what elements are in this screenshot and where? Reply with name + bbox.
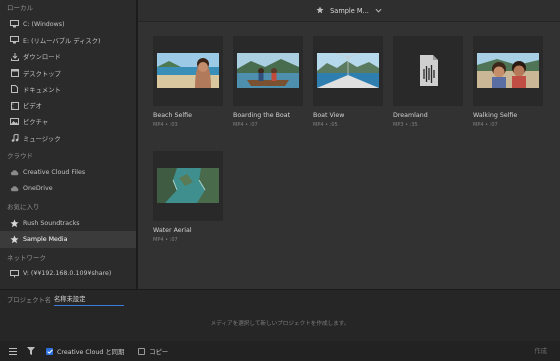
video-thumbnail[interactable] bbox=[473, 36, 543, 106]
audio-file-icon bbox=[397, 53, 459, 88]
section-header-network: ネットワーク bbox=[7, 253, 46, 262]
copy-checkbox[interactable]: コピー bbox=[138, 347, 168, 356]
media-card[interactable]: Dreamland MP3 • :35 bbox=[393, 36, 463, 128]
star-icon[interactable] bbox=[316, 5, 324, 16]
sidebar-item[interactable]: Creative Cloud Files bbox=[0, 164, 136, 180]
thumbnail-image bbox=[317, 53, 379, 88]
sidebar-item[interactable]: ミュージック bbox=[0, 130, 136, 146]
sidebar-item-label: ビデオ bbox=[23, 103, 42, 111]
filter-icon[interactable] bbox=[26, 346, 36, 356]
sidebar-item-label: Rush Soundtracks bbox=[23, 219, 80, 227]
media-meta: MP4 • :05 bbox=[313, 122, 338, 128]
monitor-icon bbox=[10, 20, 19, 29]
video-thumbnail[interactable] bbox=[313, 36, 383, 106]
sidebar-item-label: ミュージック bbox=[23, 135, 61, 143]
copy-label: コピー bbox=[149, 348, 169, 356]
section-header-cloud: クラウド bbox=[7, 152, 33, 161]
sidebar-item[interactable]: Rush Soundtracks bbox=[0, 215, 136, 231]
media-meta: MP4 • :07 bbox=[473, 122, 498, 128]
thumbnail-image bbox=[237, 53, 299, 88]
media-card[interactable]: Boarding the Boat MP4 • :07 bbox=[233, 36, 303, 128]
sidebar: ローカル C: (Windows) E: (リムーバブル ディスク) ダウンロードデ… bbox=[0, 0, 137, 289]
media-name: Boat View bbox=[313, 112, 345, 119]
cloud-list: Creative Cloud Files OneDrive bbox=[0, 164, 136, 197]
sidebar-item[interactable]: ピクチャ bbox=[0, 114, 136, 130]
media-name: Boarding the Boat bbox=[233, 112, 291, 119]
sidebar-item-label: E: (リムーバブル ディスク) bbox=[23, 37, 101, 45]
thumbnail-image bbox=[477, 53, 539, 88]
star-icon bbox=[10, 235, 19, 244]
local-list: C: (Windows) E: (リムーバブル ディスク) ダウンロード デスクトップ… bbox=[0, 16, 136, 146]
sidebar-item[interactable]: ビデオ bbox=[0, 97, 136, 113]
create-button[interactable]: 作成 bbox=[534, 346, 547, 355]
project-panel: プロジェクト名 名称未設定 メディアを選択して新しいプロジェクトを作成します。 bbox=[0, 289, 560, 341]
media-name: Walking Selfie bbox=[473, 112, 518, 119]
media-name: Beach Selfie bbox=[153, 112, 192, 119]
onedrive-icon bbox=[10, 184, 19, 193]
media-meta: MP4 • :07 bbox=[153, 237, 178, 243]
sidebar-item-label: ドキュメント bbox=[23, 86, 61, 94]
sidebar-item[interactable]: V: (¥¥192.168.0.109¥share) bbox=[0, 266, 136, 282]
media-meta: MP4 • :07 bbox=[233, 122, 258, 128]
sidebar-item[interactable]: E: (リムーバブル ディスク) bbox=[0, 32, 136, 48]
sidebar-item[interactable]: C: (Windows) bbox=[0, 16, 136, 32]
media-name: Water Aerial bbox=[153, 227, 192, 234]
media-meta: MP4 • :03 bbox=[153, 122, 178, 128]
desktop-icon bbox=[10, 69, 19, 78]
checkbox-empty-icon bbox=[138, 347, 146, 355]
media-meta: MP3 • :35 bbox=[393, 122, 418, 128]
video-icon bbox=[10, 101, 19, 110]
creative-cloud-icon bbox=[10, 168, 19, 177]
project-hint: メディアを選択して新しいプロジェクトを作成します。 bbox=[210, 321, 350, 327]
sidebar-item-label: Sample Media bbox=[23, 235, 68, 243]
media-card[interactable]: Walking Selfie MP4 • :07 bbox=[473, 36, 543, 128]
hamburger-icon[interactable] bbox=[8, 346, 18, 356]
media-card[interactable]: Beach Selfie MP4 • :03 bbox=[153, 36, 223, 128]
footer-bar: Creative Cloud と同期 コピー 作成 bbox=[0, 341, 560, 361]
music-icon bbox=[10, 134, 19, 143]
sidebar-item[interactable]: OneDrive bbox=[0, 181, 136, 197]
sidebar-item-label: C: (Windows) bbox=[23, 20, 65, 28]
location-title: Sample M... bbox=[330, 6, 369, 15]
sidebar-item-label: ダウンロード bbox=[23, 54, 61, 62]
section-header-favorites: お気に入り bbox=[7, 202, 40, 211]
media-name: Dreamland bbox=[393, 112, 428, 119]
project-name-label: プロジェクト名 bbox=[7, 297, 52, 304]
media-card[interactable]: Boat View MP4 • :05 bbox=[313, 36, 383, 128]
project-name-field[interactable]: 名称未設定 bbox=[54, 294, 124, 306]
video-thumbnail[interactable] bbox=[153, 36, 223, 106]
sidebar-item-label: Creative Cloud Files bbox=[23, 169, 86, 177]
video-thumbnail[interactable] bbox=[233, 36, 303, 106]
thumbnail-image bbox=[157, 168, 219, 203]
audio-file-thumbnail[interactable] bbox=[393, 36, 463, 106]
sidebar-item-label: ピクチャ bbox=[23, 119, 49, 127]
sidebar-item[interactable]: Sample Media bbox=[0, 231, 136, 248]
picture-icon bbox=[10, 117, 19, 126]
sidebar-item-label: デスクトップ bbox=[23, 70, 61, 78]
thumbnail-image bbox=[157, 53, 219, 88]
monitor-icon bbox=[10, 36, 19, 45]
document-icon bbox=[10, 85, 19, 94]
sidebar-item[interactable]: デスクトップ bbox=[0, 65, 136, 81]
video-thumbnail[interactable] bbox=[153, 151, 223, 221]
sidebar-item[interactable]: ダウンロード bbox=[0, 49, 136, 65]
sidebar-item-label: OneDrive bbox=[23, 185, 53, 193]
checkmark-icon bbox=[46, 347, 53, 355]
sync-checkbox[interactable]: Creative Cloud と同期 bbox=[46, 347, 124, 356]
network-drive-icon bbox=[10, 269, 19, 278]
media-card[interactable]: Water Aerial MP4 • :07 bbox=[153, 151, 223, 243]
download-icon bbox=[10, 52, 19, 61]
chevron-down-icon[interactable] bbox=[375, 7, 382, 15]
favorites-list: Rush Soundtracks Sample Media bbox=[0, 215, 136, 248]
sidebar-item[interactable]: ドキュメント bbox=[0, 81, 136, 97]
sidebar-item-label: V: (¥¥192.168.0.109¥share) bbox=[23, 270, 112, 278]
star-icon bbox=[10, 219, 19, 228]
section-header-local: ローカル bbox=[7, 4, 33, 12]
location-bar[interactable]: Sample M... bbox=[138, 0, 560, 22]
sync-label: Creative Cloud と同期 bbox=[57, 348, 125, 356]
network-list: V: (¥¥192.168.0.109¥share) bbox=[0, 266, 136, 282]
